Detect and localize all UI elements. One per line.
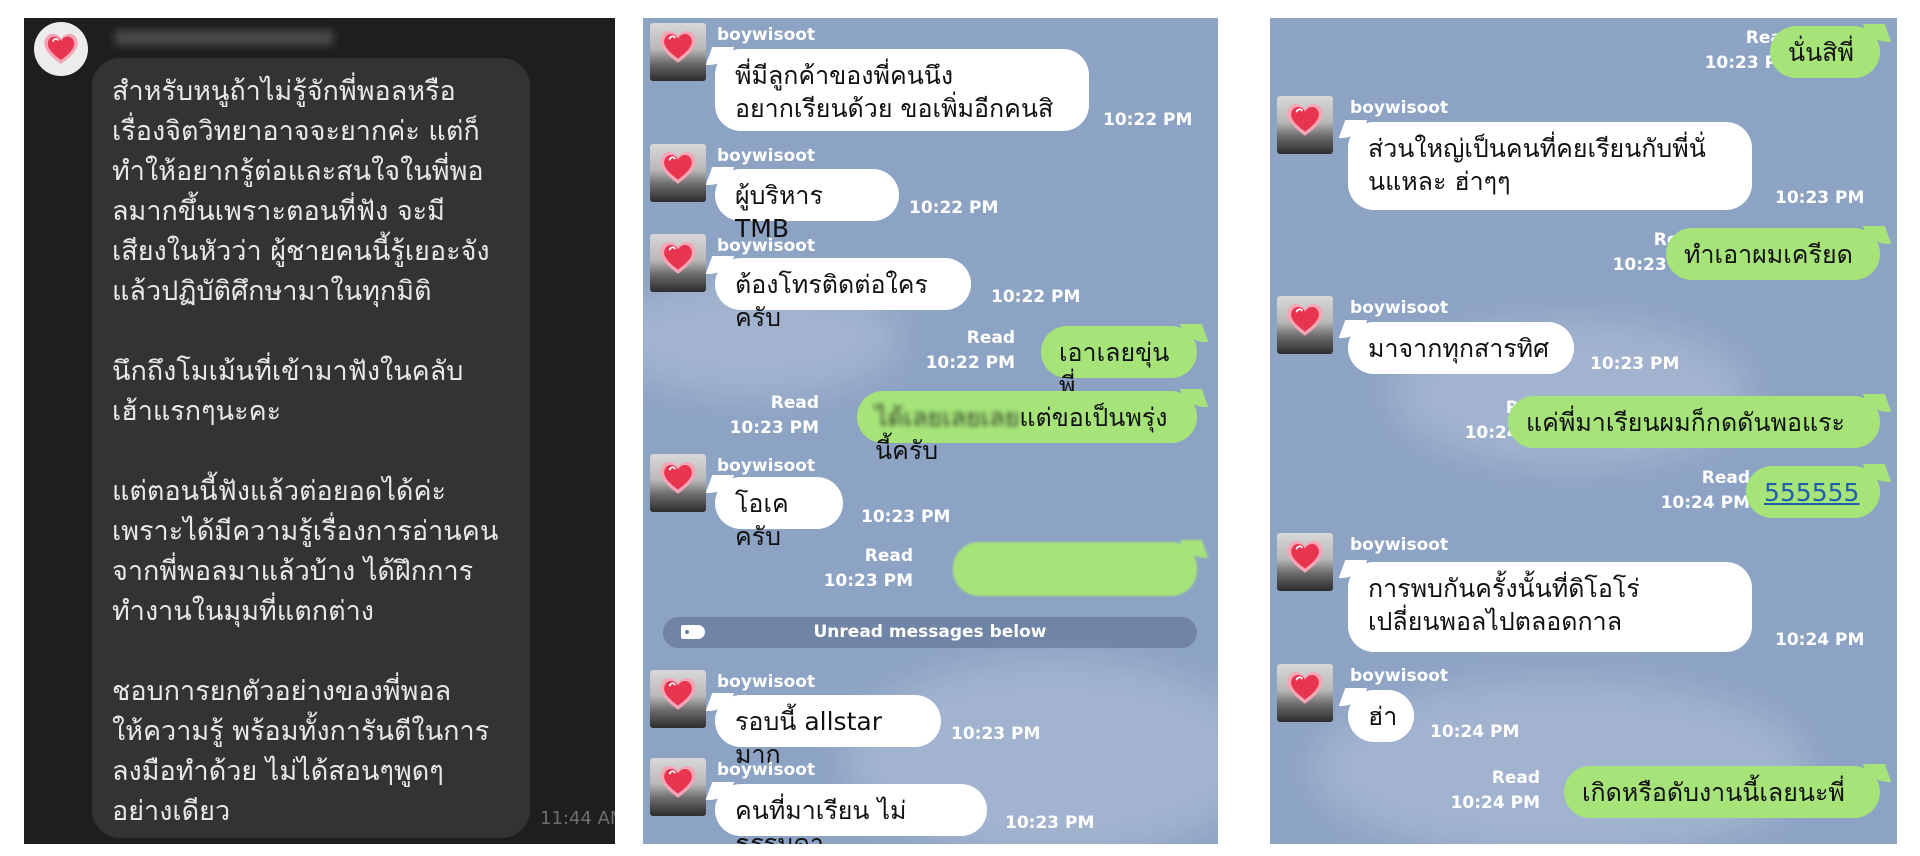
message-bubble[interactable]: ผู้บริหาร TMB (715, 169, 899, 243)
sender-name: boywisoot (717, 672, 816, 692)
message-time: 10:23 PM (1590, 354, 1680, 374)
message-bubble[interactable]: รอบนี้ allstar มาก (715, 695, 941, 769)
unread-tag-icon (681, 625, 705, 639)
heart-avatar-icon (657, 27, 699, 65)
read-receipt: Read 10:22 PM (925, 328, 1015, 373)
message-bubble[interactable]: การพบกันครั้งนั้นที่ดิโอโร่ เปลี่ยนพอลไป… (1348, 562, 1752, 652)
message-bubble[interactable]: โอเคครับ (715, 477, 843, 551)
avatar[interactable] (650, 454, 706, 512)
sender-name: boywisoot (717, 456, 816, 476)
message-bubble[interactable]: นั่นสิพี่ (1770, 26, 1880, 78)
read-receipt: Read 10:24 PM (1660, 468, 1750, 513)
avatar[interactable] (650, 23, 706, 81)
message-bubble[interactable]: คนที่มาเรียน ไม่ธรรมดา (715, 784, 987, 844)
heart-avatar-icon (1284, 100, 1326, 138)
message-time: 10:24 PM (1775, 630, 1865, 650)
avatar[interactable] (650, 144, 706, 202)
read-receipt: Read 10:24 PM (1450, 768, 1540, 813)
message-time: 10:22 PM (991, 287, 1081, 307)
sender-name-blurred (114, 30, 334, 46)
message-bubble[interactable]: แค่พี่มาเรียนผมก็กดดันพอแระ (1508, 396, 1880, 448)
message-time: 11:44 AM (540, 808, 615, 829)
heart-avatar-icon (1284, 668, 1326, 706)
avatar[interactable] (1277, 664, 1333, 722)
sender-name: boywisoot (1350, 98, 1449, 118)
avatar[interactable] (1277, 296, 1333, 354)
heart-avatar-icon (657, 762, 699, 800)
heart-avatar-icon (657, 238, 699, 276)
message-bubble[interactable]: ทำเอาผมเครียด (1666, 228, 1880, 280)
heart-avatar-icon (657, 674, 699, 712)
sender-name: boywisoot (717, 146, 816, 166)
avatar[interactable] (34, 22, 88, 76)
unread-messages-banner: Unread messages below (663, 617, 1197, 648)
avatar[interactable] (1277, 96, 1333, 154)
avatar[interactable] (650, 670, 706, 728)
message-bubble[interactable]: 555555 (1746, 466, 1880, 518)
message-time: 10:23 PM (861, 507, 951, 527)
left-chat-panel: สำหรับหนูถ้าไม่รู้จักพี่พอลหรือ เรื่องจิ… (24, 18, 615, 844)
phone-link[interactable]: 555555 (1764, 478, 1859, 507)
message-time: 10:24 PM (1430, 722, 1520, 742)
message-bubble[interactable]: ต้องโทรติดต่อใครครับ (715, 258, 971, 332)
sender-name: boywisoot (1350, 298, 1449, 318)
message-time: 10:23 PM (1775, 188, 1865, 208)
sender-name: boywisoot (717, 236, 816, 256)
middle-chat-panel[interactable]: boywisoot พี่มีลูกค้าของพี่คนนึง อยากเรี… (643, 18, 1218, 844)
heart-avatar-icon (41, 30, 81, 66)
message-time: 10:22 PM (909, 198, 999, 218)
heart-avatar-icon (1284, 537, 1326, 575)
read-receipt: Read 10:23 PM (729, 393, 819, 438)
avatar[interactable] (1277, 533, 1333, 591)
message-bubble[interactable]: ส่วนใหญ่เป็นคนที่คยเรียนกับพี่นั่ นแหละ … (1348, 122, 1752, 210)
message-bubble[interactable]: พี่มีลูกค้าของพี่คนนึง อยากเรียนด้วย ขอเ… (715, 49, 1089, 131)
sender-name: boywisoot (717, 760, 816, 780)
read-receipt: Read 10:23 PM (823, 546, 913, 591)
message-bubble[interactable]: ได้เลยเลยเลยแต่ขอเป็นพรุ่งนี้ครับ (857, 391, 1197, 465)
avatar[interactable] (650, 234, 706, 292)
sender-name: boywisoot (1350, 666, 1449, 686)
message-bubble[interactable]: ฮ่า (1348, 690, 1414, 742)
message-bubble[interactable]: เกิดหรือดับงานนี้เลยนะพี่ (1564, 766, 1880, 818)
message-bubble[interactable]: เอาเลยขุ่นพี่ (1041, 326, 1197, 400)
message-bubble[interactable]: มาจากทุกสารทิศ (1348, 322, 1574, 374)
heart-avatar-icon (657, 458, 699, 496)
message-bubble-redacted[interactable] (953, 542, 1197, 596)
message-time: 10:23 PM (1005, 813, 1095, 833)
message-time: 10:22 PM (1103, 110, 1193, 130)
message-time: 10:23 PM (951, 724, 1041, 744)
message-bubble[interactable]: สำหรับหนูถ้าไม่รู้จักพี่พอลหรือ เรื่องจิ… (92, 58, 530, 838)
heart-avatar-icon (1284, 300, 1326, 338)
sender-name: boywisoot (717, 25, 816, 45)
sender-name: boywisoot (1350, 535, 1449, 555)
avatar[interactable] (650, 758, 706, 816)
right-chat-panel[interactable]: Read 10:23 PM นั่นสิพี่ boywisoot ส่วนให… (1270, 18, 1897, 844)
heart-avatar-icon (657, 148, 699, 186)
